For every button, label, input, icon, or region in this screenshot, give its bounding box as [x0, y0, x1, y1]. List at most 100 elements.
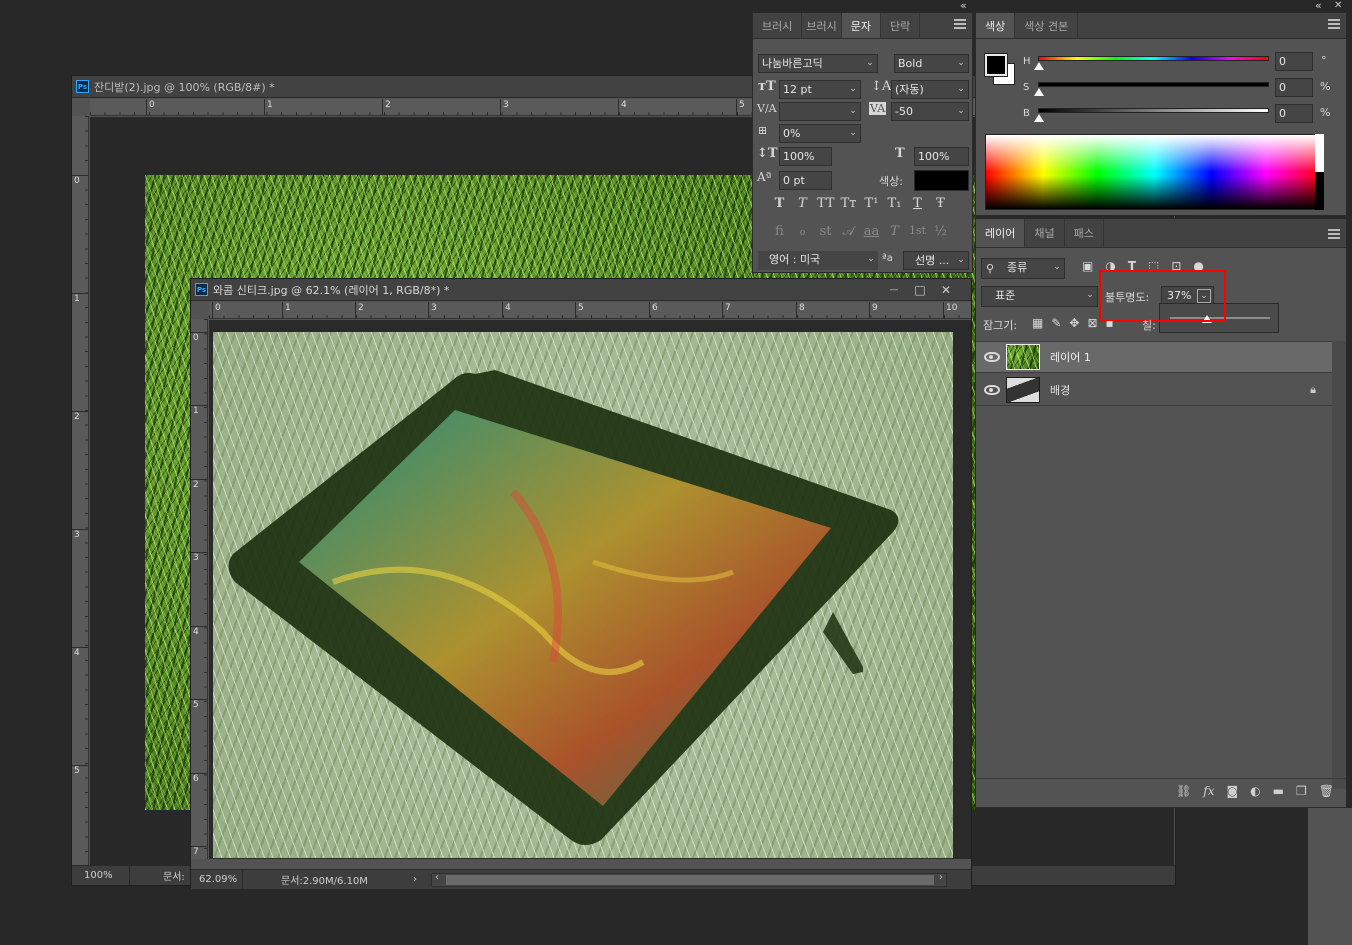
chevron-down-icon: ⌄	[849, 84, 857, 94]
fx-icon[interactable]: fx	[1203, 784, 1214, 798]
tab-channels[interactable]: 채널	[1025, 219, 1065, 247]
font-size-field[interactable]: 12 pt ⌄	[779, 80, 861, 99]
zoom-level[interactable]: 100%	[72, 866, 130, 885]
fractions-button[interactable]: ½	[932, 224, 949, 239]
vertical-scale-field[interactable]: 100%	[779, 147, 832, 166]
baseline-shift-field[interactable]: 0 pt	[779, 171, 832, 190]
horizontal-scale-field[interactable]: 100%	[914, 147, 969, 166]
tab-layers[interactable]: 레이어	[976, 219, 1026, 247]
layer-row[interactable]: 레이어 1	[976, 342, 1332, 373]
foreground-color-swatch[interactable]	[984, 53, 1008, 77]
faux-italic-button[interactable]: T	[794, 196, 811, 211]
discretionary-ligatures-button[interactable]: st	[817, 224, 834, 239]
layer-filter-select[interactable]: ⚲ 종류 ⌄	[981, 258, 1065, 279]
swash-button[interactable]: 𝒜	[840, 224, 857, 239]
mask-icon[interactable]: ◙	[1227, 784, 1239, 798]
panel-menu-icon[interactable]	[1328, 229, 1340, 239]
saturation-slider-thumb[interactable]	[1034, 88, 1044, 96]
blend-mode-select[interactable]: 표준 ⌄	[981, 286, 1098, 307]
adjustment-icon[interactable]: ◐	[1250, 784, 1260, 798]
strikethrough-button[interactable]: Ŧ	[932, 196, 949, 211]
link-icon[interactable]: ⛓︎	[1176, 784, 1191, 798]
layers-scroll-track[interactable]	[1332, 341, 1346, 789]
status-menu-arrow[interactable]: ›	[413, 874, 427, 885]
spectrum-black-white-strip[interactable]	[1315, 134, 1324, 210]
tab-paths[interactable]: 패스	[1065, 219, 1104, 247]
hue-slider-thumb[interactable]	[1034, 62, 1044, 70]
document-info[interactable]: 문서:2.90M/6.10M	[243, 872, 413, 887]
layer-name[interactable]: 배경	[1050, 382, 1070, 398]
hue-field[interactable]: 0	[1275, 52, 1313, 71]
tab-brush-settings[interactable]: 브러시	[802, 13, 842, 38]
horizontal-scrollbar[interactable]: ‹ ›	[431, 872, 947, 887]
font-family-select[interactable]: 나눔바른고딕 ⌄	[758, 54, 878, 73]
subscript-button[interactable]: T₁	[886, 196, 903, 211]
old-style-button[interactable]: ℴ	[794, 224, 811, 239]
kerning-field[interactable]: ⌄	[779, 102, 861, 121]
scroll-left-arrow[interactable]: ‹	[435, 872, 439, 883]
small-caps-button[interactable]: Tт	[840, 196, 857, 211]
lock-position-icon[interactable]: ✥	[1069, 316, 1079, 330]
font-style-select[interactable]: Bold ⌄	[894, 54, 969, 73]
document-window-wacom[interactable]: Ps 와콤 신티크.jpg @ 62.1% (레이어 1, RGB/8*) * …	[190, 278, 972, 889]
brightness-slider[interactable]	[1038, 108, 1269, 113]
text-color-swatch[interactable]	[914, 170, 969, 191]
tab-character[interactable]: 문자	[841, 13, 881, 38]
document-info[interactable]: 문서:	[130, 868, 185, 883]
lock-image-icon[interactable]: ✎	[1051, 316, 1061, 330]
pixel-filter-icon[interactable]: ▣	[1082, 259, 1093, 273]
lock-transparent-icon[interactable]: ▦	[1032, 316, 1043, 330]
panel-menu-icon[interactable]	[1328, 19, 1340, 29]
scroll-right-arrow[interactable]: ›	[939, 872, 943, 883]
wacom-image-canvas[interactable]	[213, 332, 953, 858]
close-panel-icon[interactable]: ✕	[1334, 0, 1342, 11]
tsume-field[interactable]: 0% ⌄	[779, 124, 861, 143]
tab-brush[interactable]: 브러시	[753, 13, 803, 38]
tracking-field[interactable]: -50 ⌄	[891, 102, 969, 121]
faux-bold-button[interactable]: T	[771, 196, 788, 211]
leading-field[interactable]: (자동) ⌄	[891, 80, 969, 99]
anti-alias-select[interactable]: 선명 ... ⌄	[903, 251, 969, 270]
scrollbar-thumb[interactable]	[446, 874, 934, 885]
ruler-tick: 0	[146, 99, 155, 115]
brightness-field[interactable]: 0	[1275, 104, 1313, 123]
saturation-field[interactable]: 0	[1275, 78, 1313, 97]
panel-menu-icon[interactable]	[954, 19, 966, 29]
zoom-level[interactable]: 62.09%	[191, 870, 243, 889]
saturation-slider[interactable]	[1038, 82, 1269, 87]
tab-swatches[interactable]: 색상 견본	[1015, 13, 1079, 38]
ruler-tick: 6	[649, 302, 658, 318]
trash-icon[interactable]: 🗑︎	[1319, 784, 1334, 798]
collapse-panels-icon[interactable]: «	[960, 0, 967, 12]
all-caps-button[interactable]: TT	[817, 196, 835, 211]
close-button[interactable]: ✕	[935, 281, 957, 299]
horizontal-ruler[interactable]: 0 1 2 3 4 5 6 7 8 9 10	[209, 302, 971, 319]
vertical-ruler[interactable]: 0 1 2 3 4 5 6 7	[191, 319, 208, 859]
underline-button[interactable]: T	[909, 196, 926, 211]
artboard-icon[interactable]: ⊠	[1087, 316, 1097, 330]
layer-row[interactable]: 배경 🔒︎	[976, 375, 1332, 406]
ordinals-button[interactable]: 1st	[909, 224, 926, 239]
document-title-bar[interactable]: Ps 와콤 신티크.jpg @ 62.1% (레이어 1, RGB/8*) *	[191, 279, 971, 301]
language-select[interactable]: 영어 : 미국 ⌄	[758, 251, 878, 270]
visibility-eye-icon[interactable]	[984, 385, 1000, 395]
collapse-panels-icon[interactable]: «	[1315, 0, 1322, 12]
lock-all-icon[interactable]: ▪	[1106, 316, 1114, 330]
minimize-button[interactable]: —	[883, 281, 905, 299]
visibility-eye-icon[interactable]	[984, 352, 1000, 362]
titling-alternates-button[interactable]: T	[886, 224, 903, 239]
vertical-ruler[interactable]: 0 1 2 3 4 5	[72, 116, 89, 865]
tab-color[interactable]: 색상	[976, 13, 1016, 38]
folder-icon[interactable]: ▬	[1273, 784, 1284, 798]
stylistic-alternates-button[interactable]: aa	[863, 224, 880, 239]
tab-paragraph[interactable]: 단락	[881, 13, 921, 38]
new-layer-icon[interactable]: ❐	[1296, 784, 1307, 798]
layer-name[interactable]: 레이어 1	[1050, 349, 1091, 365]
brightness-slider-thumb[interactable]	[1034, 114, 1044, 122]
maximize-button[interactable]: □	[909, 281, 931, 299]
color-spectrum[interactable]	[985, 134, 1324, 210]
vertical-scale-value: 100%	[783, 150, 815, 163]
ligatures-button[interactable]: fi	[771, 224, 788, 239]
hue-slider[interactable]	[1038, 56, 1269, 61]
superscript-button[interactable]: T¹	[863, 196, 880, 211]
